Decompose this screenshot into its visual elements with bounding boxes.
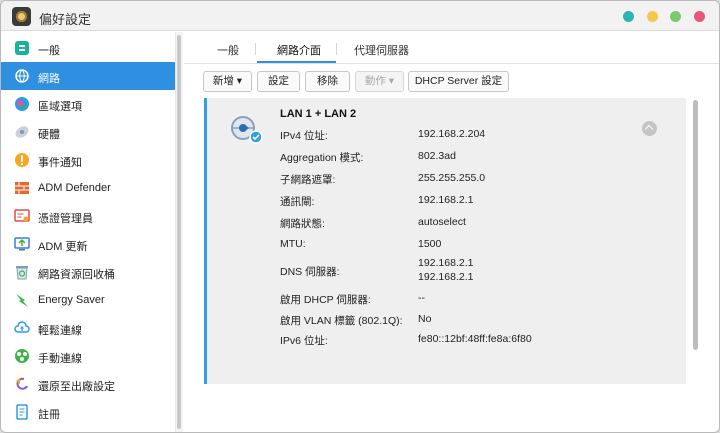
dhcp-server-settings-button[interactable]: DHCP Server 設定	[408, 71, 509, 92]
sidebar-item-label: 還原至出廠設定	[38, 381, 115, 393]
manual-connect-icon	[15, 349, 29, 363]
title-bar: 偏好設定	[1, 1, 719, 31]
network-icon	[15, 69, 29, 83]
sidebar-item-label: 註冊	[38, 409, 60, 421]
subnet-mask-label: 子網路遮罩:	[280, 174, 336, 186]
sidebar-item-label: 憑證管理員	[38, 213, 93, 225]
region-icon	[15, 97, 29, 111]
sidebar-item-label: 一般	[38, 45, 60, 57]
sidebar-item-recycle-bin[interactable]: 網路資源回收桶	[1, 258, 175, 286]
sidebar-item-defender[interactable]: ADM Defender	[1, 174, 175, 202]
vlan-tag-value: No	[418, 313, 432, 325]
sidebar-item-manual-connect[interactable]: 手動連線	[1, 342, 175, 370]
general-icon	[15, 41, 29, 55]
preferences-window: 偏好設定 一般 網路 區域選項 硬體 事件通知 ADM Defender 憑證管…	[0, 0, 720, 433]
ipv4-label: IPv4 位址:	[280, 130, 328, 142]
sidebar-item-label: 事件通知	[38, 157, 82, 169]
sidebar-item-network[interactable]: 網路	[1, 62, 175, 90]
sidebar-scrollbar-thumb[interactable]	[177, 35, 181, 429]
remove-button[interactable]: 移除	[305, 71, 350, 92]
sidebar-item-region[interactable]: 區域選項	[1, 90, 175, 118]
sidebar-item-hardware[interactable]: 硬體	[1, 118, 175, 146]
ipv6-label: IPv6 位址:	[280, 335, 328, 347]
ipv4-value: 192.168.2.204	[418, 128, 486, 140]
dns-server-label: DNS 伺服器:	[280, 266, 340, 278]
sidebar-item-label: 區域選項	[38, 101, 82, 113]
sidebar-item-label: 硬體	[38, 129, 60, 141]
recycle-bin-icon	[16, 266, 28, 280]
tab-proxy-server[interactable]: 代理伺服器	[354, 42, 409, 58]
factory-reset-icon	[16, 377, 28, 390]
sidebar-item-label: Energy Saver	[38, 294, 105, 306]
tabs-divider	[184, 63, 719, 64]
sidebar-item-energy-saver[interactable]: Energy Saver	[1, 286, 175, 314]
network-status-value: autoselect	[418, 216, 466, 228]
ipv6-value: fe80::12bf:48ff:fe8a:6f80	[418, 333, 532, 345]
window-maximize-button[interactable]	[670, 11, 681, 22]
interface-title: LAN 1 + LAN 2	[280, 108, 357, 120]
sidebar-item-label: 網路資源回收桶	[38, 269, 115, 281]
dhcp-server-enabled-value: --	[418, 292, 425, 304]
add-button[interactable]: 新增 ▾	[203, 71, 252, 92]
dns-server-value-1: 192.168.2.1	[418, 257, 474, 269]
vlan-tag-label: 啟用 VLAN 標籤 (802.1Q):	[280, 315, 403, 327]
tab-general[interactable]: 一般	[217, 42, 239, 58]
sidebar-item-general[interactable]: 一般	[1, 34, 175, 62]
dhcp-server-enabled-label: 啟用 DHCP 伺服器:	[280, 294, 371, 306]
sidebar-item-easy-connect[interactable]: 輕鬆連線	[1, 314, 175, 342]
window-close-button[interactable]	[694, 11, 705, 22]
sidebar-item-label: 輕鬆連線	[38, 325, 82, 337]
sidebar-item-label: ADM Defender	[38, 182, 111, 194]
collapse-button[interactable]	[642, 121, 657, 136]
sidebar-item-notification[interactable]: 事件通知	[1, 146, 175, 174]
gateway-label: 通訊閘:	[280, 196, 315, 208]
preferences-app-icon	[12, 7, 31, 26]
gateway-value: 192.168.2.1	[418, 194, 474, 206]
content-scrollbar[interactable]	[693, 100, 698, 350]
energy-saver-icon	[16, 294, 28, 307]
sidebar-item-certificate[interactable]: 憑證管理員	[1, 202, 175, 230]
network-status-label: 網路狀態:	[280, 218, 325, 230]
sidebar-item-adm-update[interactable]: ADM 更新	[1, 230, 175, 258]
action-button[interactable]: 動作 ▾	[355, 71, 404, 92]
window-title: 偏好設定	[39, 12, 92, 27]
easy-connect-icon	[14, 321, 30, 333]
window-teal-button[interactable]	[623, 11, 634, 22]
sidebar-item-factory-reset[interactable]: 還原至出廠設定	[1, 370, 175, 398]
sidebar-item-register[interactable]: 註冊	[1, 398, 175, 426]
interface-card[interactable]: LAN 1 + LAN 2 IPv4 位址: 192.168.2.204 Agg…	[204, 98, 686, 384]
register-icon	[16, 404, 28, 420]
aggregation-mode-label: Aggregation 模式:	[280, 152, 364, 164]
certificate-icon	[14, 209, 30, 222]
sidebar: 一般 網路 區域選項 硬體 事件通知 ADM Defender 憑證管理員 AD…	[1, 32, 175, 432]
window-minimize-button[interactable]	[647, 11, 658, 22]
settings-button[interactable]: 設定	[257, 71, 300, 92]
aggregation-mode-value: 802.3ad	[418, 150, 456, 162]
main-content: 一般 網路介面 代理伺服器 新增 ▾ 設定 移除 動作 ▾ DHCP Serve…	[184, 32, 719, 432]
tab-separator	[255, 43, 256, 55]
mtu-label: MTU:	[280, 238, 306, 250]
defender-icon	[15, 182, 29, 194]
tab-network-interface[interactable]: 網路介面	[277, 42, 321, 58]
mtu-value: 1500	[418, 238, 442, 250]
hardware-icon	[15, 126, 29, 138]
subnet-mask-value: 255.255.255.0	[418, 172, 486, 184]
update-icon	[14, 237, 30, 251]
tab-separator	[336, 43, 337, 55]
dns-server-value-2: 192.168.2.1	[418, 271, 474, 283]
sidebar-item-label: 手動連線	[38, 353, 82, 365]
network-interface-icon	[231, 116, 263, 144]
sidebar-item-label: 網路	[38, 73, 60, 85]
notification-icon	[15, 153, 29, 167]
sidebar-item-label: ADM 更新	[38, 241, 88, 253]
